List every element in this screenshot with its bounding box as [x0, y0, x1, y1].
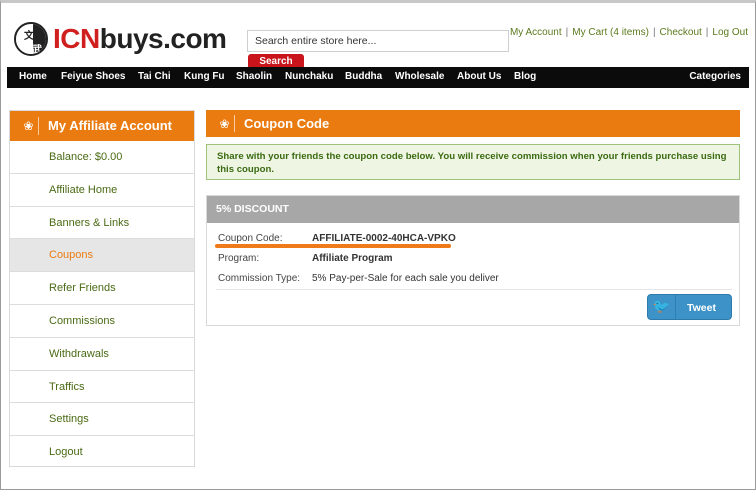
affiliate-sidebar: ❀ My Affiliate Account Balance: $0.00 Af…: [9, 110, 195, 467]
nav-item-kung-fu[interactable]: Kung Fu: [184, 67, 225, 88]
tweet-label: Tweet: [687, 302, 716, 314]
commission-type-value: 5% Pay-per-Sale for each sale you delive…: [312, 273, 499, 284]
coupon-code-value[interactable]: AFFILIATE-0002-40HCA-VPKO: [312, 233, 456, 244]
coupon-icon: ❀: [215, 115, 235, 132]
nav-item-blog[interactable]: Blog: [514, 67, 536, 88]
my-cart-link[interactable]: My Cart (4 items): [572, 27, 649, 38]
yin-yang-logo-icon: 文 武: [14, 22, 48, 56]
log-out-link[interactable]: Log Out: [712, 27, 748, 38]
divider: [216, 289, 732, 290]
sidebar-item-settings[interactable]: Settings: [10, 403, 194, 437]
sidebar-item-coupons[interactable]: Coupons: [10, 239, 194, 273]
tweet-button[interactable]: 🐦 Tweet: [647, 294, 732, 320]
main-nav: Home Feiyue Shoes Tai Chi Kung Fu Shaoli…: [7, 67, 749, 88]
logo-wordmark: ICNbuys.com: [53, 23, 227, 54]
logo-suffix: buys.com: [99, 23, 227, 54]
sidebar-title: My Affiliate Account: [48, 118, 172, 133]
coupon-code-label: Coupon Code:: [218, 233, 283, 244]
sidebar-item-traffics[interactable]: Traffics: [10, 371, 194, 404]
nav-item-nunchaku[interactable]: Nunchaku: [285, 67, 333, 88]
coupon-card: 5% DISCOUNT Coupon Code: AFFILIATE-0002-4…: [206, 195, 740, 326]
sidebar-item-refer-friends[interactable]: Refer Friends: [10, 272, 194, 305]
nav-item-home[interactable]: Home: [19, 67, 47, 88]
sidebar-item-withdrawals[interactable]: Withdrawals: [10, 338, 194, 371]
page-title: Coupon Code: [244, 116, 330, 131]
nav-item-tai-chi[interactable]: Tai Chi: [138, 67, 171, 88]
nav-item-wholesale[interactable]: Wholesale: [395, 67, 444, 88]
logo-prefix: ICN: [53, 23, 100, 54]
nav-item-buddha[interactable]: Buddha: [345, 67, 382, 88]
checkout-link[interactable]: Checkout: [660, 27, 702, 38]
sidebar-item-logout[interactable]: Logout: [10, 436, 194, 469]
sidebar-header: ❀ My Affiliate Account: [10, 111, 194, 141]
account-links: My Account | My Cart (4 items) | Checkout | Lo…: [509, 27, 748, 38]
nav-categories[interactable]: Categories: [689, 67, 741, 88]
coupon-heading: 5% DISCOUNT: [207, 196, 739, 223]
commission-row: Commission Type: 5% Pay-per-Sale for each…: [218, 273, 499, 284]
nav-item-shaolin[interactable]: Shaolin: [236, 67, 272, 88]
search-input[interactable]: Search entire store here...: [247, 30, 509, 52]
info-notice: Share with your friends the coupon code …: [206, 144, 740, 180]
sidebar-item-banners-links[interactable]: Banners & Links: [10, 207, 194, 240]
my-account-link[interactable]: My Account: [510, 27, 562, 38]
nav-item-about-us[interactable]: About Us: [457, 67, 501, 88]
commission-type-label: Commission Type:: [218, 273, 301, 284]
logo-glyph-bottom: 武: [32, 45, 42, 56]
affiliate-icon: ❀: [19, 117, 39, 135]
program-row: Program: Affiliate Program: [218, 253, 393, 264]
program-value: Affiliate Program: [312, 253, 393, 264]
coupon-code-highlight: [215, 244, 451, 248]
logo-glyph-top: 文: [24, 31, 34, 42]
site-logo[interactable]: 文 武 ICNbuys.com: [14, 22, 227, 56]
sidebar-item-balance[interactable]: Balance: $0.00: [10, 141, 194, 174]
coupon-code-row: Coupon Code: AFFILIATE-0002-40HCA-VPKO: [218, 233, 456, 244]
sidebar-item-affiliate-home[interactable]: Affiliate Home: [10, 174, 194, 207]
nav-item-feiyue-shoes[interactable]: Feiyue Shoes: [61, 67, 125, 88]
twitter-bird-icon: 🐦: [648, 295, 676, 319]
sidebar-item-commissions[interactable]: Commissions: [10, 305, 194, 338]
page-title-bar: ❀ Coupon Code: [206, 110, 740, 137]
program-label: Program:: [218, 253, 260, 264]
